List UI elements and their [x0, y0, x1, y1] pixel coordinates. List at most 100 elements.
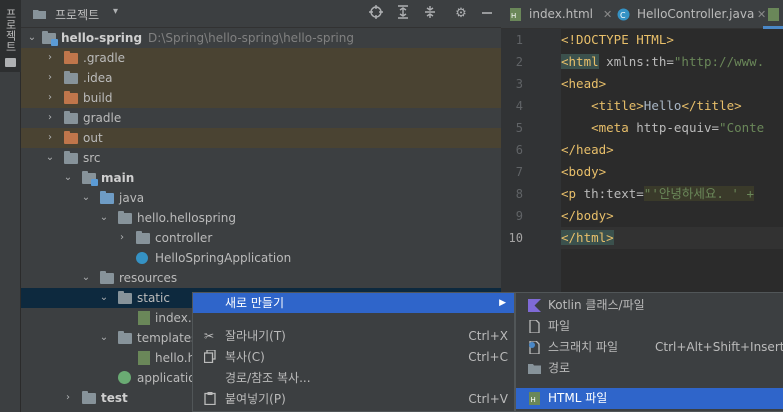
tree-item-src[interactable]: ⌄ src — [21, 148, 501, 168]
tree-item-out-dir[interactable]: › out — [21, 128, 501, 148]
submenu-item-file[interactable]: 파일 — [516, 316, 783, 337]
chevron-down-icon[interactable]: ⌄ — [80, 268, 92, 288]
html-file-icon: H — [510, 8, 521, 21]
active-tab-indicator — [763, 26, 783, 29]
tree-item-label: hello.hellospring — [137, 211, 236, 225]
html-file-icon — [768, 8, 779, 21]
tree-item-label: .gradle — [83, 51, 126, 65]
tree-item-label: .idea — [83, 71, 113, 85]
menu-item-label: 잘라내기(T) — [225, 329, 286, 343]
tab-hellocontroller[interactable]: C HelloController.java ✕ — [617, 0, 767, 29]
package-icon — [136, 231, 150, 244]
tree-item-main[interactable]: ⌄ main — [21, 168, 501, 188]
tree-item-label: static — [137, 291, 170, 305]
scissors-icon: ✂ — [204, 329, 215, 343]
chevron-right-icon[interactable]: › — [62, 388, 74, 408]
submenu-item-label: 경로 — [548, 361, 571, 375]
tab-index-html[interactable]: H index.html ✕ — [509, 0, 613, 29]
menu-item-paste[interactable]: 붙여넣기(P) Ctrl+V — [193, 389, 514, 409]
submenu-item-scratch[interactable]: 스크래치 파일 Ctrl+Alt+Shift+Insert — [516, 337, 783, 358]
chevron-right-icon[interactable]: › — [44, 108, 56, 128]
collapse-all-icon[interactable] — [421, 5, 439, 23]
chevron-down-icon[interactable]: ⌄ — [98, 328, 110, 348]
html-file-icon — [138, 311, 150, 325]
close-icon[interactable]: ✕ — [757, 0, 766, 29]
line-number: 3 — [515, 77, 523, 91]
tab-label: index.html — [529, 7, 593, 21]
submenu-arrow-icon: ▶ — [499, 298, 506, 308]
submenu-item-html-file[interactable]: H HTML 파일 — [516, 388, 783, 409]
tree-item-label: hello.h — [155, 351, 196, 365]
menu-item-cut[interactable]: ✂ 잘라내기(T) Ctrl+X — [193, 326, 514, 346]
project-tool-tab-label: 프로젝트 — [4, 8, 17, 52]
submenu-item-label: 파일 — [548, 319, 571, 333]
close-icon[interactable]: ✕ — [603, 0, 612, 29]
chevron-down-icon[interactable]: ⌄ — [98, 208, 110, 228]
source-folder-icon — [100, 191, 114, 204]
menu-item-label: 경로/참조 복사... — [225, 371, 311, 385]
expand-all-icon[interactable] — [394, 5, 412, 23]
folder-icon — [118, 291, 132, 304]
tree-item-root[interactable]: ⌄ hello-spring D:\Spring\hello-spring\hel… — [21, 28, 501, 48]
paste-icon — [204, 392, 218, 406]
tree-item-resources[interactable]: ⌄ resources — [21, 268, 501, 288]
menu-item-copy-path[interactable]: 경로/참조 복사... — [193, 368, 514, 388]
line-number: 2 — [515, 55, 523, 69]
menu-item-label: 붙여넣기(P) — [225, 392, 286, 406]
context-menu: 새로 만들기 ▶ ✂ 잘라내기(T) Ctrl+X 복사(C) Ctrl+C 경… — [192, 292, 515, 412]
minimize-icon[interactable] — [478, 5, 496, 23]
code-line: <body> — [561, 164, 607, 179]
tab-overflow[interactable] — [767, 0, 783, 29]
project-tool-tab[interactable]: 프로젝트 — [0, 0, 21, 72]
folder-icon — [64, 151, 78, 164]
tree-item-controller[interactable]: › controller — [21, 228, 501, 248]
tree-item-app-class[interactable]: HelloSpringApplication — [21, 248, 501, 268]
submenu-item-directory[interactable]: 경로 — [516, 358, 783, 379]
menu-item-copy[interactable]: 복사(C) Ctrl+C — [193, 347, 514, 367]
chevron-down-icon[interactable]: ⌄ — [44, 148, 56, 168]
tree-item-label: java — [119, 191, 145, 205]
tab-label: HelloController.java — [637, 7, 755, 21]
line-number: 8 — [515, 187, 523, 201]
chevron-right-icon[interactable]: › — [116, 228, 128, 248]
chevron-right-icon[interactable]: › — [44, 48, 56, 68]
code-line: </head> — [561, 142, 614, 157]
chevron-down-icon[interactable]: ⌄ — [26, 28, 38, 48]
tree-item-java[interactable]: ⌄ java — [21, 188, 501, 208]
menu-item-label: 새로 만들기 — [225, 296, 285, 310]
project-view-title[interactable]: 프로젝트 — [55, 6, 99, 23]
code-line: <!DOCTYPE HTML> — [561, 32, 674, 47]
tree-item-idea-dir[interactable]: › .idea — [21, 68, 501, 88]
submenu-item-shortcut: Ctrl+Alt+Shift+Insert — [655, 340, 783, 354]
gear-icon[interactable]: ⚙ — [452, 5, 470, 23]
file-icon — [529, 320, 540, 333]
crosshair-icon[interactable] — [367, 5, 385, 23]
tree-item-package[interactable]: ⌄ hello.hellospring — [21, 208, 501, 228]
chevron-right-icon[interactable]: › — [44, 128, 56, 148]
chevron-down-icon[interactable]: ⌄ — [98, 288, 110, 308]
html-file-icon: H — [529, 392, 540, 405]
line-number: 4 — [515, 99, 523, 113]
tree-item-build-dir[interactable]: › build — [21, 88, 501, 108]
spring-config-icon — [118, 371, 131, 384]
svg-text:H: H — [511, 12, 516, 20]
chevron-right-icon[interactable]: › — [44, 88, 56, 108]
tree-item-gradle-dir[interactable]: › .gradle — [21, 48, 501, 68]
chevron-down-icon[interactable]: ⌄ — [62, 168, 74, 188]
tree-item-gradle[interactable]: › gradle — [21, 108, 501, 128]
chevron-down-icon[interactable]: ⌄ — [80, 188, 92, 208]
folder-icon — [64, 91, 78, 104]
line-number: 7 — [515, 165, 523, 179]
chevron-right-icon[interactable]: › — [44, 68, 56, 88]
chevron-down-icon[interactable]: ▾ — [113, 6, 118, 17]
submenu-item-kotlin[interactable]: Kotlin 클래스/파일 — [516, 295, 783, 316]
project-panel-header: 프로젝트 ▾ ⚙ — [21, 0, 501, 28]
menu-item-new[interactable]: 새로 만들기 ▶ — [193, 293, 514, 313]
code-line: </body> — [561, 208, 614, 223]
class-icon: C — [617, 8, 630, 21]
folder-icon — [64, 71, 78, 84]
folder-icon — [64, 111, 78, 124]
new-submenu: Kotlin 클래스/파일 파일 스크래치 파일 Ctrl+Alt+Shift+… — [515, 292, 783, 412]
line-number: 9 — [515, 209, 523, 223]
tree-item-label: hello-spring D:\Spring\hello-spring\hello… — [61, 31, 354, 45]
